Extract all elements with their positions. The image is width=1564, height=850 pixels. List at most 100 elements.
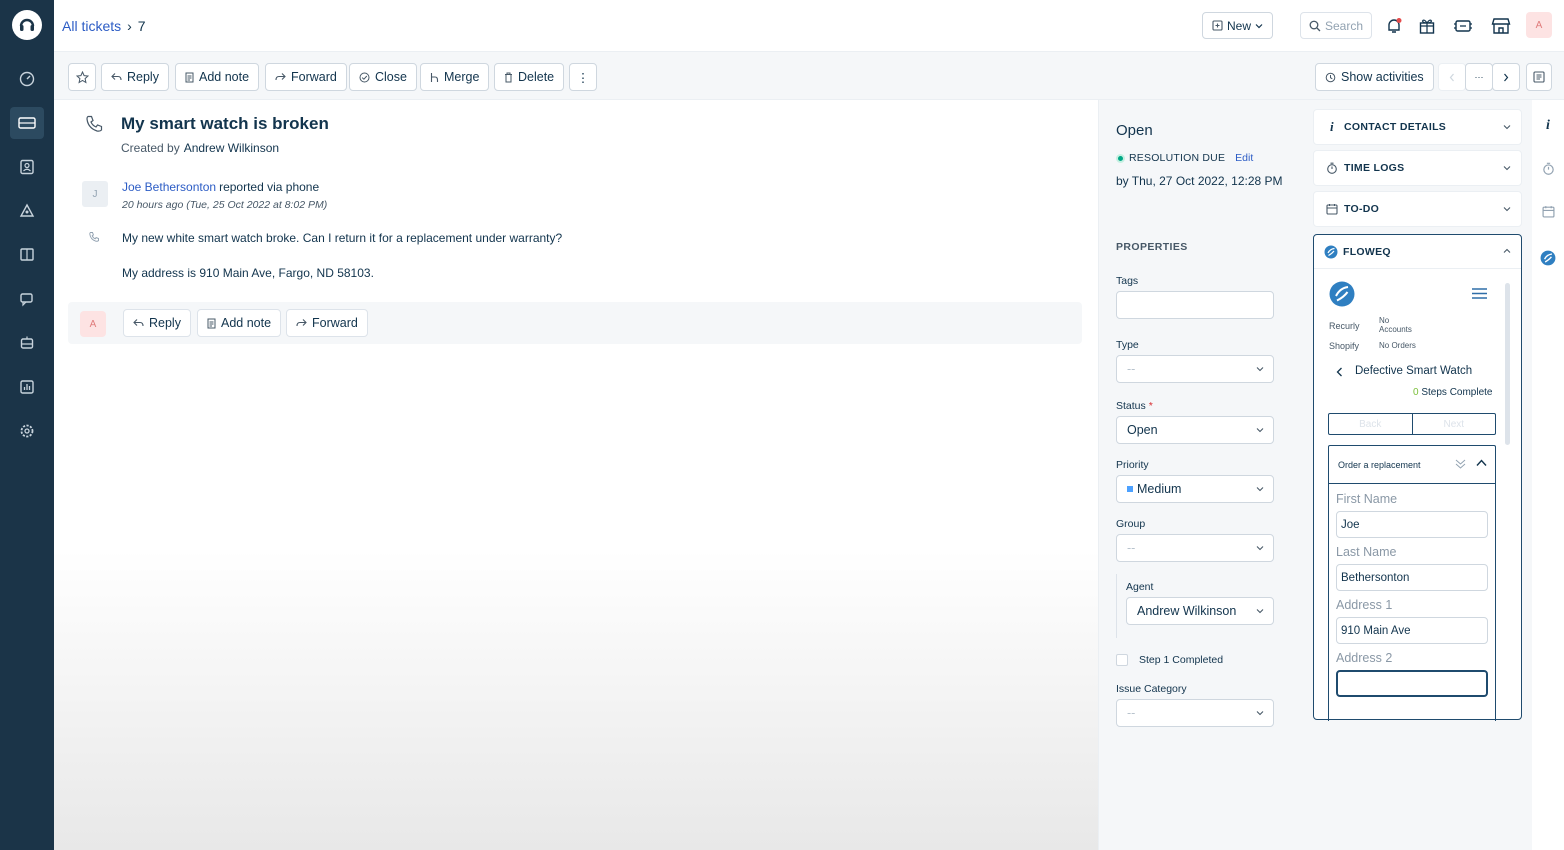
floweq-scrollbar[interactable]: [1505, 283, 1510, 445]
add-note-button[interactable]: Add note: [175, 63, 260, 91]
reply-bar-reply-button[interactable]: Reply: [123, 309, 191, 337]
chevron-down-icon: [1255, 23, 1263, 28]
first-name-input[interactable]: Joe: [1336, 511, 1488, 538]
chevron-up-icon[interactable]: [1476, 459, 1487, 467]
forward-icon: [275, 73, 286, 81]
collapse-all-icon[interactable]: [1455, 459, 1466, 469]
notifications-bell-icon[interactable]: [1380, 12, 1408, 40]
floweq-logo-icon: [1324, 245, 1338, 258]
ticket-list-button[interactable]: ···: [1465, 63, 1493, 91]
nav-dashboard[interactable]: [0, 62, 54, 96]
phone-channel-icon: [84, 114, 104, 137]
bot-icon: [10, 327, 44, 359]
breadcrumb-ticket-number: 7: [137, 18, 146, 34]
chevron-left-icon: [1449, 73, 1454, 81]
reply-bar-forward-label: Forward: [312, 316, 358, 330]
search-placeholder: Search: [1324, 18, 1363, 33]
flow-next-button[interactable]: Next: [1411, 414, 1496, 434]
breadcrumb: All tickets › 7: [62, 18, 146, 34]
app-logo-icon[interactable]: [12, 10, 42, 40]
forward-button[interactable]: Forward: [265, 63, 347, 91]
previous-ticket-button[interactable]: [1438, 63, 1466, 91]
floweq-header[interactable]: FLOWEQ: [1314, 235, 1521, 269]
product-switch-icon[interactable]: [1449, 12, 1477, 40]
priority-select[interactable]: Medium: [1116, 475, 1274, 503]
shopify-value: No Orders: [1379, 341, 1416, 350]
back-chevron-icon[interactable]: [1336, 366, 1343, 380]
nav-knowledge-base[interactable]: [0, 238, 54, 272]
new-button[interactable]: New: [1202, 12, 1274, 39]
step1-checkbox[interactable]: [1116, 654, 1128, 666]
forward-icon: [296, 319, 307, 327]
reply-bar-forward-button[interactable]: Forward: [286, 309, 368, 337]
calendar-rail-icon[interactable]: [1538, 201, 1558, 221]
issue-category-label: Issue Category: [1116, 683, 1187, 695]
gift-icon[interactable]: [1413, 12, 1441, 40]
steps-text: Steps Complete: [1421, 387, 1493, 398]
steps-count: 0: [1413, 387, 1419, 398]
reply-bar-reply-label: Reply: [149, 316, 181, 330]
time-logs-accordion[interactable]: TIME LOGS: [1313, 150, 1522, 186]
last-name-input[interactable]: Bethersonton: [1336, 564, 1488, 591]
contact-details-accordion[interactable]: i CONTACT DETAILS: [1313, 109, 1522, 145]
order-replacement-header[interactable]: Order a replacement: [1329, 446, 1495, 484]
breadcrumb-all-tickets[interactable]: All tickets: [62, 18, 121, 34]
new-item-icon: [1212, 20, 1223, 31]
requester-name[interactable]: Joe Bethersonton: [122, 180, 216, 194]
status-label-text: Status: [1116, 400, 1146, 412]
star-button[interactable]: [68, 63, 96, 91]
delete-button[interactable]: Delete: [494, 63, 565, 91]
forward-label: Forward: [291, 70, 337, 84]
group-select[interactable]: --: [1116, 534, 1274, 562]
user-avatar[interactable]: A: [1526, 12, 1552, 38]
nav-tickets[interactable]: [0, 106, 54, 140]
search-input[interactable]: Search: [1300, 12, 1372, 39]
reply-icon: [133, 319, 144, 327]
chevron-down-icon: [1256, 428, 1264, 433]
close-button[interactable]: Close: [349, 63, 417, 91]
nav-settings[interactable]: [0, 414, 54, 448]
steps-progress: 0 Steps Complete: [1413, 387, 1493, 398]
agent-select[interactable]: Andrew Wilkinson: [1126, 597, 1274, 625]
tags-input[interactable]: [1116, 291, 1274, 319]
agent-avatar: A: [80, 311, 106, 337]
floweq-brand-icon: [1329, 281, 1355, 310]
issue-category-select[interactable]: --: [1116, 699, 1274, 727]
more-actions-button[interactable]: ⋮: [569, 63, 597, 91]
add-note-label: Add note: [199, 70, 250, 84]
resolution-due-edit-link[interactable]: Edit: [1235, 152, 1253, 164]
address2-input[interactable]: [1336, 670, 1488, 697]
next-ticket-button[interactable]: [1492, 63, 1520, 91]
stopwatch-rail-icon[interactable]: [1538, 158, 1558, 178]
status-label: Status *: [1116, 400, 1153, 412]
nav-reports[interactable]: [0, 370, 54, 404]
nav-bot[interactable]: [0, 326, 54, 360]
status-select[interactable]: Open: [1116, 416, 1274, 444]
gauge-icon: [10, 63, 44, 95]
show-activities-button[interactable]: Show activities: [1315, 63, 1434, 91]
todo-accordion[interactable]: TO-DO: [1313, 191, 1522, 227]
toggle-panel-button[interactable]: [1526, 63, 1552, 91]
requester-line: Joe Bethersonton reported via phone: [122, 180, 319, 194]
requester-avatar: J: [82, 181, 108, 207]
type-select[interactable]: --: [1116, 355, 1274, 383]
hamburger-menu-icon[interactable]: [1471, 287, 1488, 303]
resolution-due-date: by Thu, 27 Oct 2022, 12:28 PM: [1116, 174, 1283, 188]
flow-back-button[interactable]: Back: [1329, 414, 1412, 434]
nav-contacts[interactable]: [0, 150, 54, 184]
info-rail-icon[interactable]: i: [1538, 116, 1558, 136]
message-timestamp: 20 hours ago (Tue, 25 Oct 2022 at 8:02 P…: [122, 199, 328, 211]
marketplace-store-icon[interactable]: [1487, 12, 1515, 40]
merge-button[interactable]: Merge: [420, 63, 490, 91]
reply-button[interactable]: Reply: [101, 63, 169, 91]
address1-input[interactable]: 910 Main Ave: [1336, 617, 1488, 644]
group-value: --: [1127, 541, 1136, 555]
new-button-label: New: [1227, 18, 1252, 33]
floweq-rail-icon[interactable]: [1538, 248, 1558, 268]
step1-label: Step 1 Completed: [1139, 654, 1224, 666]
type-value: --: [1127, 362, 1136, 376]
recurly-value-line-2: Accounts: [1379, 325, 1412, 334]
nav-companies[interactable]: [0, 194, 54, 228]
reply-bar-add-note-button[interactable]: Add note: [197, 309, 282, 337]
nav-forums[interactable]: [0, 282, 54, 316]
